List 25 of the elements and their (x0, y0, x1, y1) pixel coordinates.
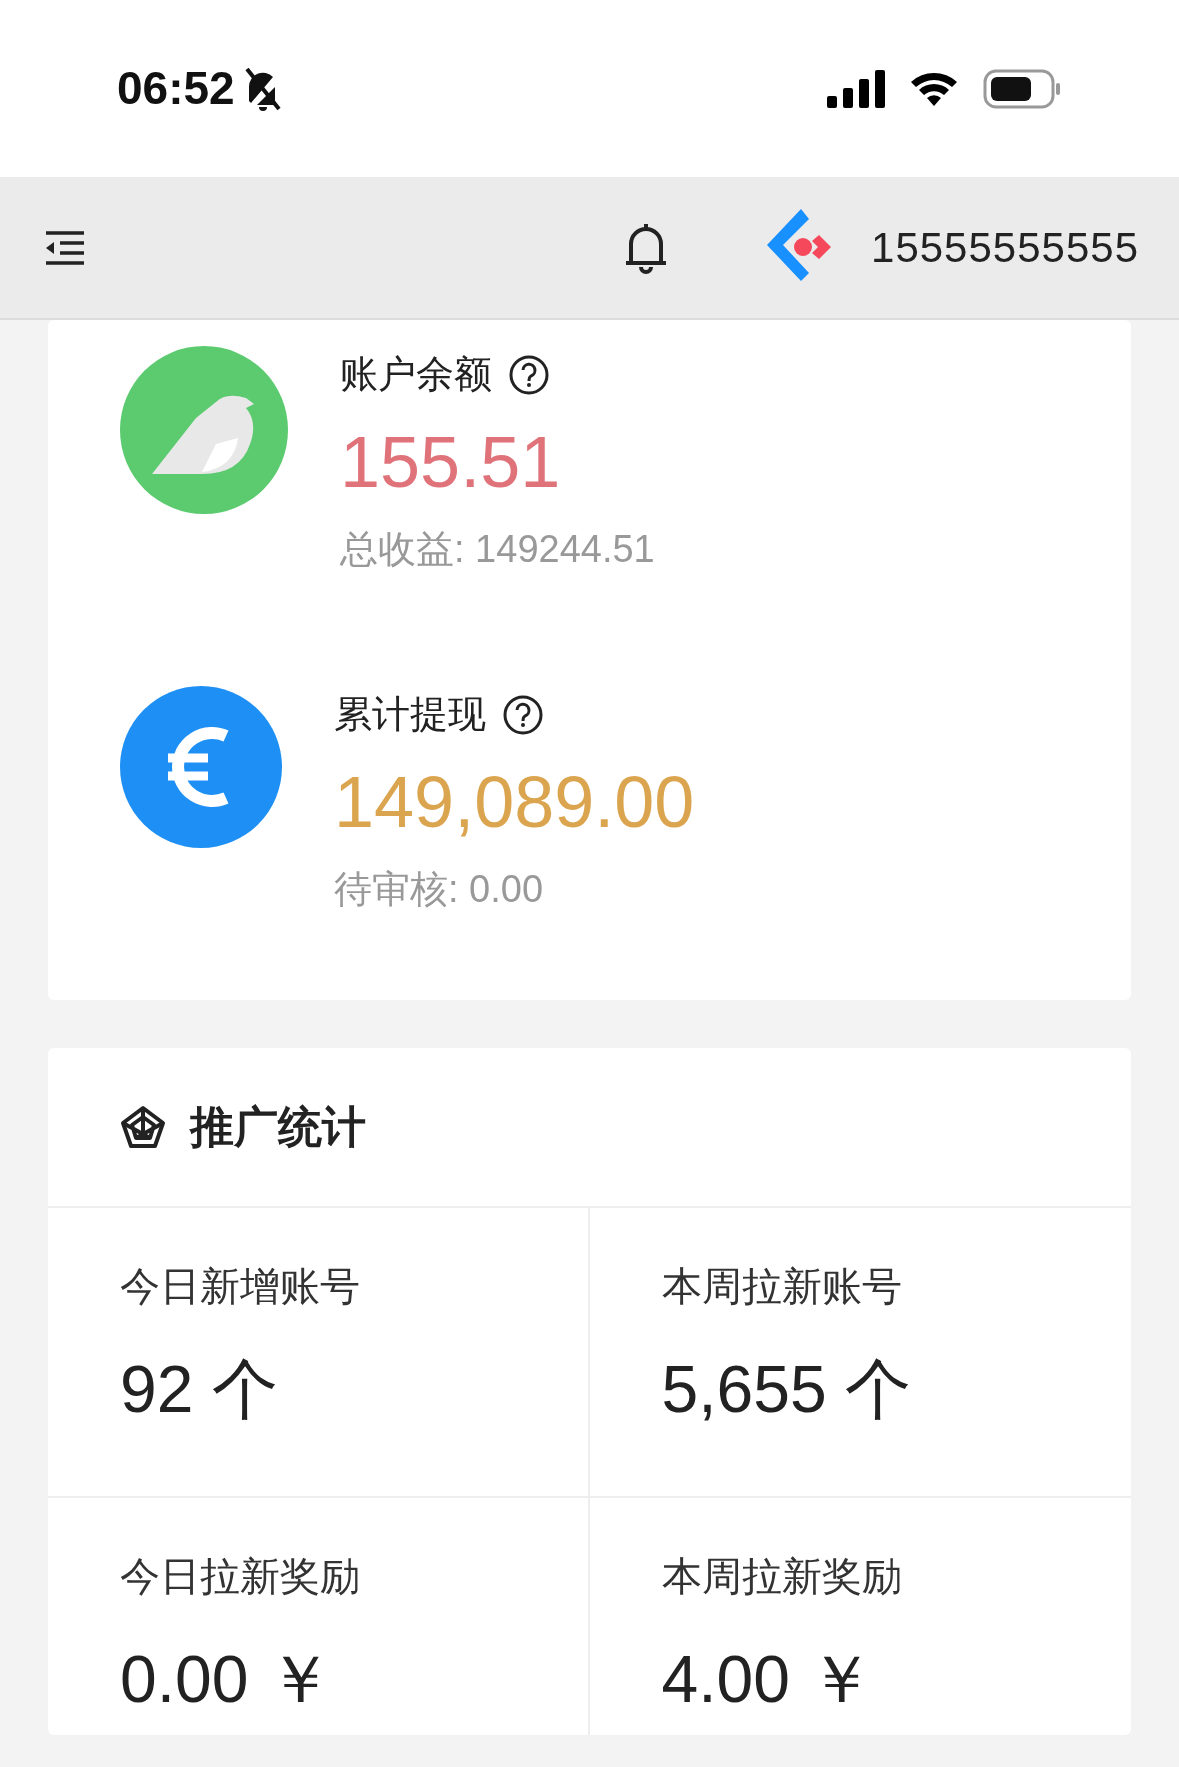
stat-label: 今日新增账号 (120, 1263, 361, 1310)
stat-label: 今日拉新奖励 (120, 1553, 361, 1600)
radar-chart-icon (120, 1105, 166, 1149)
balance-label: 累计提现 (334, 692, 486, 737)
menu-icon[interactable] (44, 230, 86, 265)
section-title: 推广统计 (190, 1101, 366, 1153)
bird-avatar-icon (120, 346, 288, 514)
stat-value: 5,655 个 (661, 1351, 912, 1428)
help-icon[interactable] (502, 693, 544, 736)
signal-icon (827, 69, 885, 108)
balance-subtotal: 总收益: 149244.51 (340, 527, 655, 573)
stat-label: 本周拉新账号 (661, 1263, 903, 1310)
status-time: 06:52 (117, 61, 235, 116)
battery-icon (983, 68, 1061, 109)
account-phone-number[interactable]: 15555555555 (871, 216, 1139, 279)
balance-label: 账户余额 (340, 352, 492, 397)
balance-amount: 149,089.00 (334, 761, 695, 844)
euro-coin-icon (120, 686, 282, 848)
balance-amount: 155.51 (340, 421, 562, 504)
stat-value: 92 个 (120, 1351, 279, 1428)
stat-value: 0.00 ￥ (120, 1641, 334, 1718)
stat-label: 本周拉新奖励 (661, 1553, 903, 1600)
help-icon[interactable] (508, 353, 550, 396)
balance-subtotal: 待审核: 0.00 (334, 867, 545, 913)
stat-value: 4.00 ￥ (661, 1641, 876, 1718)
